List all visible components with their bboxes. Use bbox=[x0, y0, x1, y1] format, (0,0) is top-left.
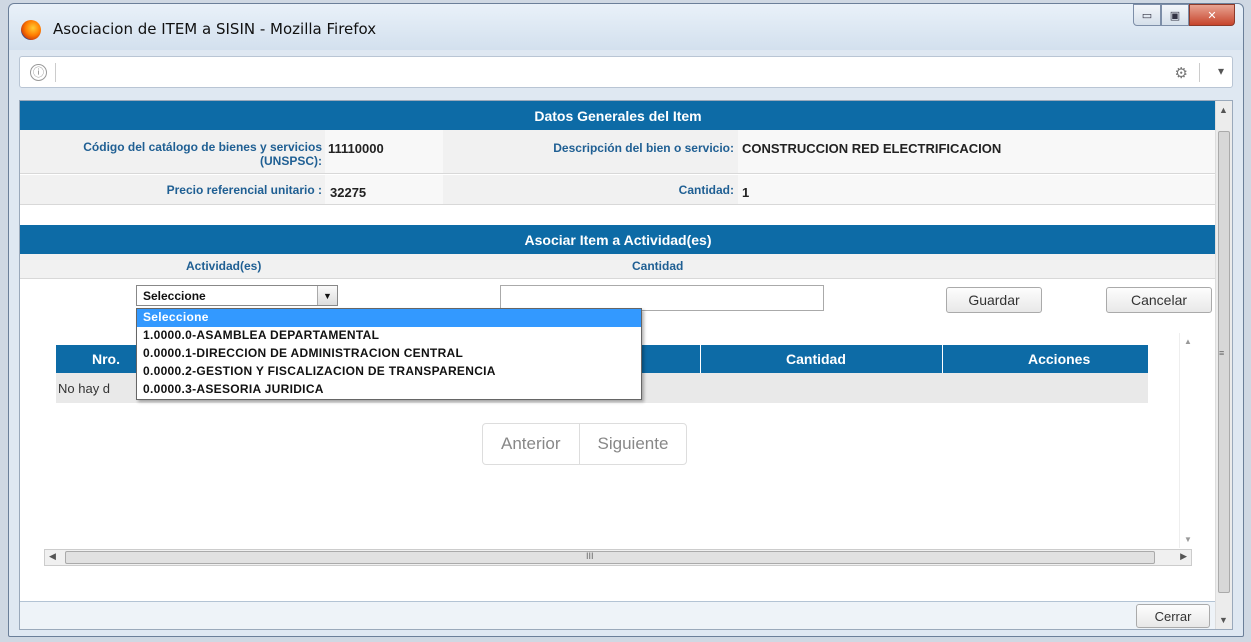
descripcion-value: CONSTRUCCION RED ELECTRIFICACION bbox=[742, 141, 1002, 156]
grid-col-nro: Nro. bbox=[92, 351, 120, 367]
general-row-1: Código del catálogo de bienes y servicio… bbox=[20, 130, 1216, 174]
actividades-col-label: Actividad(es) bbox=[186, 259, 262, 273]
dropdown-option[interactable]: 0.0000.1-DIRECCION DE ADMINISTRACION CEN… bbox=[137, 345, 641, 363]
page-content: Datos Generales del Item Código del catá… bbox=[19, 100, 1233, 630]
grid-horizontal-scrollbar[interactable]: ◀ III ▶ bbox=[44, 549, 1192, 566]
cancel-button[interactable]: Cancelar bbox=[1106, 287, 1212, 313]
close-window-button[interactable]: ✕ bbox=[1189, 4, 1235, 26]
dropdown-option[interactable]: 0.0000.3-ASESORIA JURIDICA bbox=[137, 381, 641, 399]
scroll-right-icon[interactable]: ▶ bbox=[1180, 551, 1187, 562]
grid-col-divider bbox=[942, 345, 943, 373]
url-divider bbox=[1199, 63, 1200, 82]
close-button[interactable]: Cerrar bbox=[1136, 604, 1210, 628]
prev-page-button[interactable]: Anterior bbox=[483, 424, 579, 464]
minimize-button[interactable]: ▭ bbox=[1133, 4, 1161, 26]
grid-col-cantidad: Cantidad bbox=[786, 351, 846, 367]
window-title: Asociacion de ITEM a SISIN - Mozilla Fir… bbox=[53, 20, 377, 38]
actividad-select[interactable]: Seleccione ▼ bbox=[136, 285, 338, 306]
scroll-up-icon[interactable]: ▲ bbox=[1184, 337, 1192, 346]
actividad-select-value: Seleccione bbox=[143, 289, 206, 303]
page-vertical-scrollbar[interactable]: ▲ ≡ ▼ bbox=[1215, 101, 1232, 629]
dropdown-option[interactable]: 0.0000.2-GESTION Y FISCALIZACION DE TRAN… bbox=[137, 363, 641, 381]
maximize-button[interactable]: ▣ bbox=[1161, 4, 1189, 26]
scroll-up-icon[interactable]: ▲ bbox=[1219, 105, 1228, 115]
codigo-label: Código del catálogo de bienes y servicio… bbox=[83, 140, 322, 168]
chevron-down-icon[interactable]: ▾ bbox=[1218, 64, 1224, 78]
next-page-button[interactable]: Siguiente bbox=[580, 424, 687, 464]
cantidad-label: Cantidad: bbox=[678, 183, 734, 197]
dialog-footer: Cerrar bbox=[20, 601, 1216, 629]
asociar-section-header: Asociar Item a Actividad(es) bbox=[20, 225, 1216, 254]
descripcion-label: Descripción del bien o servicio: bbox=[553, 141, 734, 155]
general-row-2: Precio referencial unitario : 32275 Cant… bbox=[20, 175, 1216, 205]
save-button[interactable]: Guardar bbox=[946, 287, 1042, 313]
scroll-down-icon[interactable]: ▼ bbox=[1219, 615, 1228, 625]
horizontal-scroll-thumb[interactable]: III bbox=[65, 551, 1155, 564]
scroll-grip-icon: ≡ bbox=[1219, 348, 1225, 358]
grid-col-divider bbox=[700, 345, 701, 373]
cantidad-cell bbox=[738, 175, 1216, 204]
extension-icon[interactable]: ⚙ bbox=[1175, 64, 1188, 82]
dropdown-option[interactable]: 1.0000.0-ASAMBLEA DEPARTAMENTAL bbox=[137, 327, 641, 345]
grid-col-acciones: Acciones bbox=[1028, 351, 1091, 367]
url-divider bbox=[55, 63, 56, 82]
chevron-down-icon[interactable]: ▼ bbox=[317, 286, 337, 305]
dropdown-option[interactable]: Seleccione bbox=[137, 309, 641, 327]
info-icon[interactable]: ⓘ bbox=[30, 64, 47, 81]
actividad-dropdown-list[interactable]: Seleccione 1.0000.0-ASAMBLEA DEPARTAMENT… bbox=[136, 308, 642, 400]
scroll-grip-icon: III bbox=[586, 551, 594, 561]
url-bar[interactable]: ⓘ ⚙ ▾ bbox=[19, 56, 1233, 88]
cantidad-col-label: Cantidad bbox=[632, 259, 684, 273]
grid-vertical-scrollbar[interactable]: ▲ ▼ bbox=[1179, 333, 1196, 548]
scroll-down-icon[interactable]: ▼ bbox=[1184, 535, 1192, 544]
pagination: Anterior Siguiente bbox=[482, 423, 688, 465]
asociar-col-header-row: Actividad(es) Cantidad bbox=[20, 254, 1216, 279]
scroll-left-icon[interactable]: ◀ bbox=[49, 551, 56, 562]
title-bar[interactable]: Asociacion de ITEM a SISIN - Mozilla Fir… bbox=[9, 4, 1243, 50]
codigo-value: 11110000 bbox=[328, 141, 384, 156]
cantidad-value: 1 bbox=[742, 185, 750, 200]
vertical-scroll-thumb[interactable] bbox=[1218, 131, 1230, 593]
window-controls: ▭ ▣ ✕ bbox=[1133, 4, 1235, 26]
grid-empty-text: No hay d bbox=[58, 381, 111, 396]
precio-label: Precio referencial unitario : bbox=[166, 183, 322, 197]
precio-value: 32275 bbox=[330, 185, 367, 200]
general-section-header: Datos Generales del Item bbox=[20, 101, 1216, 130]
firefox-logo-icon bbox=[21, 20, 41, 40]
browser-window: Asociacion de ITEM a SISIN - Mozilla Fir… bbox=[8, 3, 1244, 637]
